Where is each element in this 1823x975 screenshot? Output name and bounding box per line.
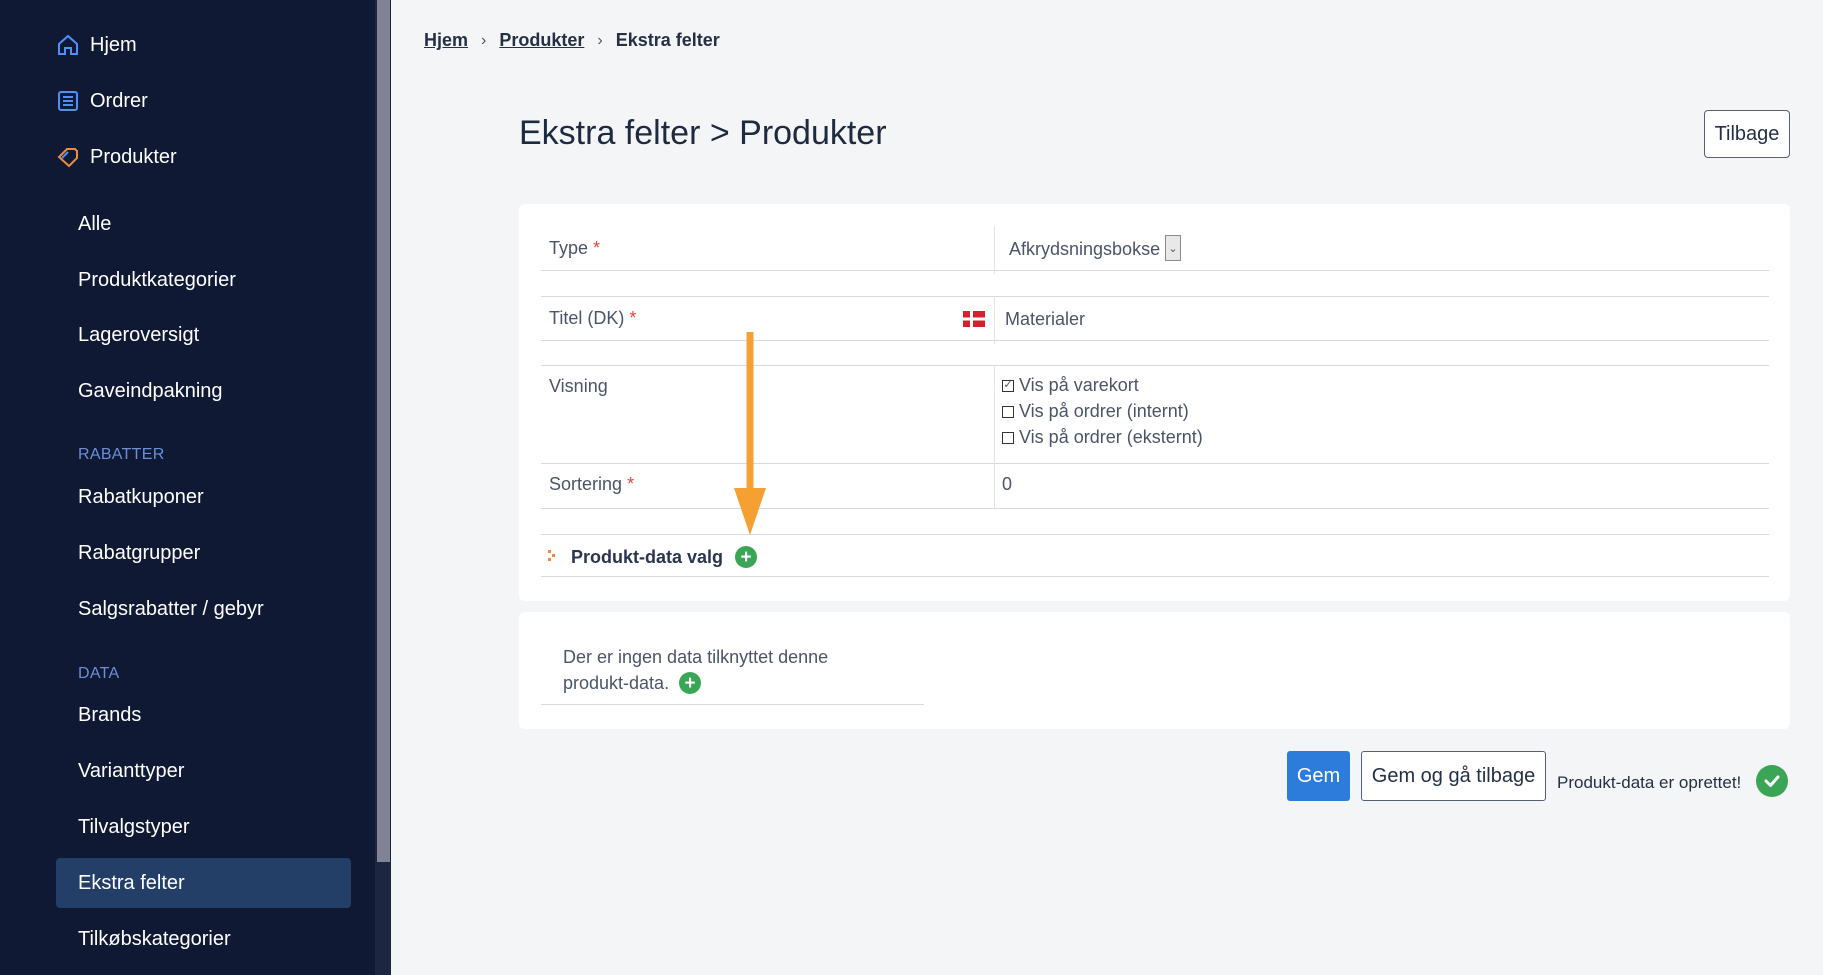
nav-gift-wrapping[interactable]: Gaveindpakning [56,366,351,416]
sort-input[interactable]: 0 [1002,474,1012,495]
sidebar: Hjem Ordrer Produkter Alle Produktkatego… [0,0,391,975]
add-data-icon[interactable]: + [679,672,702,694]
checkbox-label: Vis på ordrer (eksternt) [1019,427,1203,447]
annotation-arrow-icon [734,332,766,535]
status-message: Produkt-data er oprettet! [1557,773,1742,792]
section-discounts: RABATTER [78,446,165,463]
nav-inventory[interactable]: Lageroversigt [56,310,351,360]
nav-home-label: Hjem [90,33,137,56]
type-select-value[interactable]: Afkrydsningsbokse [1009,239,1160,260]
checkbox-unchecked-icon[interactable] [1002,431,1014,444]
drag-handle-icon[interactable] [547,549,557,568]
checkbox-label: Vis på varekort [1019,375,1139,395]
nav-home[interactable]: Hjem [56,20,351,70]
back-button[interactable]: Tilbage [1704,110,1790,158]
checkbox-unchecked-icon[interactable] [1002,405,1014,418]
save-and-back-button[interactable]: Gem og gå tilbage [1361,751,1546,801]
nav-orders-label: Ordrer [90,89,148,112]
checkbox-row[interactable]: Vis på ordrer (internt) [1002,401,1189,422]
nav-sales-discounts[interactable]: Salgsrabatter / gebyr [56,584,351,634]
chevron-right-icon: › [481,31,487,49]
nav-discount-groups[interactable]: Rabatgrupper [56,528,351,578]
empty-state-text: Der er ingen data tilknyttet denne produ… [563,644,828,696]
empty-state-line2: produkt-data. [563,673,670,693]
check-circle-icon [1756,765,1788,797]
breadcrumb-current: Ekstra felter [615,30,720,50]
nav-coupons[interactable]: Rabatkuponer [56,472,351,522]
title-label: Titel (DK) * [549,308,637,328]
checkbox-label: Vis på ordrer (internt) [1019,401,1189,421]
save-button[interactable]: Gem [1287,751,1350,801]
nav-option-types[interactable]: Tilvalgstyper [56,802,351,852]
sort-label: Sortering * [549,474,635,494]
section-data: DATA [78,665,120,682]
type-label: Type * [549,238,601,258]
orders-icon [56,89,80,113]
tag-icon [56,145,80,169]
sidebar-scrollbar[interactable] [375,0,391,975]
add-product-data-icon[interactable]: + [735,546,758,568]
checkbox-row[interactable]: ✓ Vis på varekort [1002,375,1139,396]
home-icon [56,33,80,57]
empty-state-line1: Der er ingen data tilknyttet denne [563,647,829,667]
chevron-down-icon[interactable]: ⌄ [1165,235,1181,261]
breadcrumb-home[interactable]: Hjem [424,30,468,51]
product-data-label: Produkt-data valg [571,546,724,567]
nav-addon-categories[interactable]: Tilkøbskategorier [56,914,351,964]
title-input[interactable]: Materialer [1005,309,1085,330]
nav-product-categories[interactable]: Produktkategorier [56,255,351,305]
checkbox-row[interactable]: Vis på ordrer (eksternt) [1002,427,1203,448]
display-label: Visning [549,376,608,396]
page-title: Ekstra felter > Produkter [519,114,887,152]
chevron-right-icon: › [597,31,603,49]
nav-products[interactable]: Produkter [56,132,351,182]
checkbox-checked-icon[interactable]: ✓ [1002,379,1014,392]
product-data-header: Produkt-data valg + [571,546,758,568]
nav-variant-types[interactable]: Varianttyper [56,746,351,796]
breadcrumb: Hjem › Produkter › Ekstra felter [424,30,720,51]
nav-products-label: Produkter [90,145,177,168]
sidebar-scrollbar-thumb[interactable] [377,0,390,862]
nav-all[interactable]: Alle [56,199,351,249]
product-data-card: Der er ingen data tilknyttet denne produ… [519,612,1790,729]
nav-extra-fields[interactable]: Ekstra felter [56,858,351,908]
breadcrumb-products[interactable]: Produkter [499,30,584,51]
nav-brands[interactable]: Brands [56,690,351,740]
danish-flag-icon [963,311,985,332]
nav-orders[interactable]: Ordrer [56,76,351,126]
